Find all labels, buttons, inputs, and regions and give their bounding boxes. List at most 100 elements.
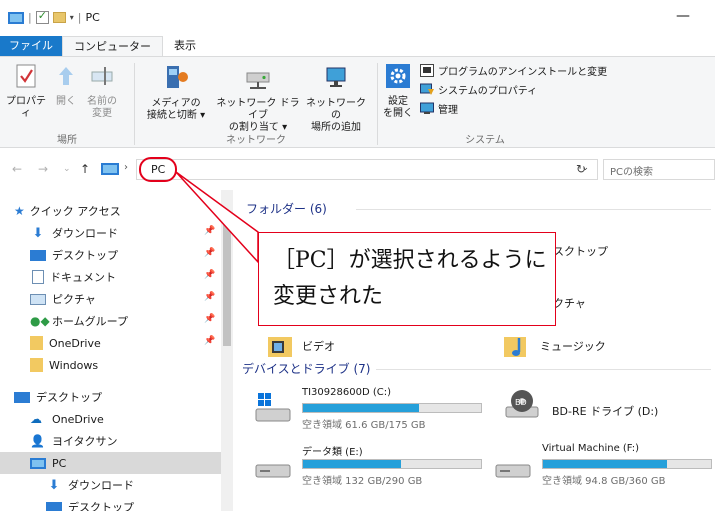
document-icon [32, 270, 44, 284]
pin-icon[interactable]: 📌 [204, 270, 215, 280]
window-title: PC [85, 11, 100, 24]
drive-name: BD-RE ドライブ (D:) [552, 405, 659, 418]
nav-item-desktop[interactable]: デスクトップ 📌 [0, 244, 233, 266]
drive-usage-bar [542, 459, 712, 469]
pc-icon [30, 457, 46, 469]
nav-item-desktop-root[interactable]: デスクトップ [0, 386, 233, 408]
media-connect-button[interactable]: メディアの 接続と切断 ▾ [138, 63, 214, 122]
tab-file[interactable]: ファイル [0, 36, 62, 56]
address-input[interactable]: PC ⌄ [136, 159, 598, 180]
separator: | [77, 11, 82, 24]
pin-icon[interactable]: 📌 [204, 226, 215, 236]
pin-icon[interactable]: 📌 [204, 336, 215, 346]
download-arrow-icon: ⬇ [48, 478, 60, 493]
quick-access-toolbar: | ▾ | PC [8, 9, 100, 24]
open-settings-button[interactable]: 設定 を開く [381, 63, 415, 120]
nav-item-pc[interactable]: PC [0, 452, 233, 474]
drive-e[interactable]: データ類 (E:) 空き領域 132 GB/290 GB [254, 443, 494, 487]
customize-qat-chevron-icon[interactable]: ▾ [70, 13, 74, 22]
annotation-text: ［PC］が選択されるように変更された [273, 248, 547, 309]
rename-button[interactable]: 名前の 変更 [84, 63, 120, 120]
breadcrumb-chevron-icon[interactable]: › [124, 162, 128, 173]
nav-item-pc-downloads[interactable]: ⬇ ダウンロード [0, 474, 233, 496]
drive-name: Virtual Machine (F:) [542, 443, 640, 454]
network-group-label: ネットワーク [226, 135, 286, 146]
drive-usage-fill [543, 460, 668, 468]
pin-icon[interactable]: 📌 [204, 292, 215, 302]
folder-music[interactable]: ミュージック [502, 332, 606, 360]
nav-item-pc-desktop[interactable]: デスクトップ [0, 496, 233, 511]
system-properties-button[interactable]: システムのプロパティ [420, 82, 537, 97]
tab-computer[interactable]: コンピューター [62, 36, 163, 56]
drive-f[interactable]: Virtual Machine (F:) 空き領域 94.8 GB/360 GB [494, 443, 715, 487]
minimize-button[interactable]: — [676, 8, 692, 24]
tab-view[interactable]: 表示 [163, 36, 207, 56]
settings-gear-icon [381, 63, 415, 93]
hard-drive-icon [255, 464, 291, 478]
open-button[interactable]: 開く [50, 63, 82, 108]
location-group-label: 場所 [57, 135, 77, 146]
programs-icon [420, 64, 434, 77]
add-network-location-button[interactable]: ネットワークの 場所の追加 [302, 63, 370, 134]
back-arrow-icon[interactable]: ← [12, 162, 22, 176]
section-divider [356, 209, 711, 210]
nav-item-onedrive-folder[interactable]: OneDrive 📌 [0, 332, 233, 354]
drives-header[interactable]: デバイスとドライブ (7) [242, 360, 370, 377]
drive-c[interactable]: TI30928600D (C:) 空き領域 61.6 GB/175 GB [254, 387, 494, 431]
navigation-pane: ★ クイック アクセス ⬇ ダウンロード 📌 デスクトップ 📌 ドキュメント 📌… [0, 190, 233, 511]
nav-item-onedrive[interactable]: ☁ OneDrive [0, 408, 233, 430]
annotation-callout: ［PC］が選択されるように変更された [258, 232, 556, 326]
ribbon-divider [377, 63, 378, 145]
drive-usage-fill [303, 460, 401, 468]
map-network-drive-button[interactable]: ネットワーク ドライブ の割り当て ▾ [216, 63, 300, 134]
nav-item-pictures[interactable]: ピクチャ 📌 [0, 288, 233, 310]
pin-icon[interactable]: 📌 [204, 314, 215, 324]
drive-free-space: 空き領域 61.6 GB/175 GB [302, 420, 426, 431]
drive-d[interactable]: BD BD-RE ドライブ (D:) [504, 390, 704, 425]
nav-item-downloads[interactable]: ⬇ ダウンロード 📌 [0, 222, 233, 244]
nav-item-documents[interactable]: ドキュメント 📌 [0, 266, 233, 288]
search-input[interactable]: PCの検索 [603, 159, 715, 180]
drive-usage-bar [302, 459, 482, 469]
folder-icon [30, 336, 43, 350]
ribbon-tabs: ファイル コンピューター 表示 [0, 36, 715, 56]
forward-arrow-icon[interactable]: → [38, 162, 48, 176]
nav-item-windows[interactable]: Windows [0, 354, 233, 376]
svg-text:BD: BD [515, 398, 527, 407]
network-drive-icon [216, 63, 300, 95]
nav-scrollbar-thumb[interactable] [223, 214, 231, 346]
properties-check-icon[interactable] [35, 9, 49, 24]
drive-free-space: 空き領域 94.8 GB/360 GB [542, 476, 666, 487]
folder-videos[interactable]: ビデオ [266, 332, 335, 360]
address-pc-icon [101, 163, 119, 175]
up-arrow-icon[interactable]: ↑ [80, 162, 90, 176]
address-bar-row: ← → ⌄ ↑ › PC ⌄ ↻ PCの検索 [0, 155, 715, 183]
nav-item-homegroup[interactable]: ●◆ ホームグループ 📌 [0, 310, 233, 332]
drive-name: データ類 (E:) [302, 447, 363, 458]
refresh-icon[interactable]: ↻ [576, 162, 586, 176]
recent-locations-chevron-icon[interactable]: ⌄ [63, 164, 71, 174]
uninstall-programs-button[interactable]: プログラムのアンインストールと変更 [420, 63, 607, 78]
drive-usage-fill [303, 404, 419, 412]
open-icon [50, 63, 82, 93]
properties-button[interactable]: プロパティ [4, 63, 48, 120]
new-folder-icon[interactable] [52, 12, 66, 23]
ribbon: プロパティ 開く 名前の 変更 場所 メディアの 接続と切断 ▾ ネットワーク … [0, 56, 715, 148]
manage-icon [420, 102, 434, 114]
annotation-highlight-ring [139, 157, 177, 182]
nav-scrollbar[interactable] [221, 190, 233, 511]
drive-usage-bar [302, 403, 482, 413]
pin-icon[interactable]: 📌 [204, 248, 215, 258]
media-device-icon [138, 63, 214, 95]
hard-drive-icon [495, 464, 531, 478]
properties-icon [4, 63, 48, 93]
manage-button[interactable]: 管理 [420, 101, 458, 116]
desktop-icon [46, 501, 62, 511]
desktop-icon [30, 249, 46, 261]
nav-quick-access[interactable]: ★ クイック アクセス [0, 200, 233, 222]
title-bar: | ▾ | PC — [0, 0, 715, 36]
nav-item-user[interactable]: 👤 ヨイタクサン [0, 430, 233, 452]
folders-header[interactable]: フォルダー (6) [246, 200, 327, 217]
folder-icon [30, 358, 43, 372]
separator: | [28, 11, 32, 24]
